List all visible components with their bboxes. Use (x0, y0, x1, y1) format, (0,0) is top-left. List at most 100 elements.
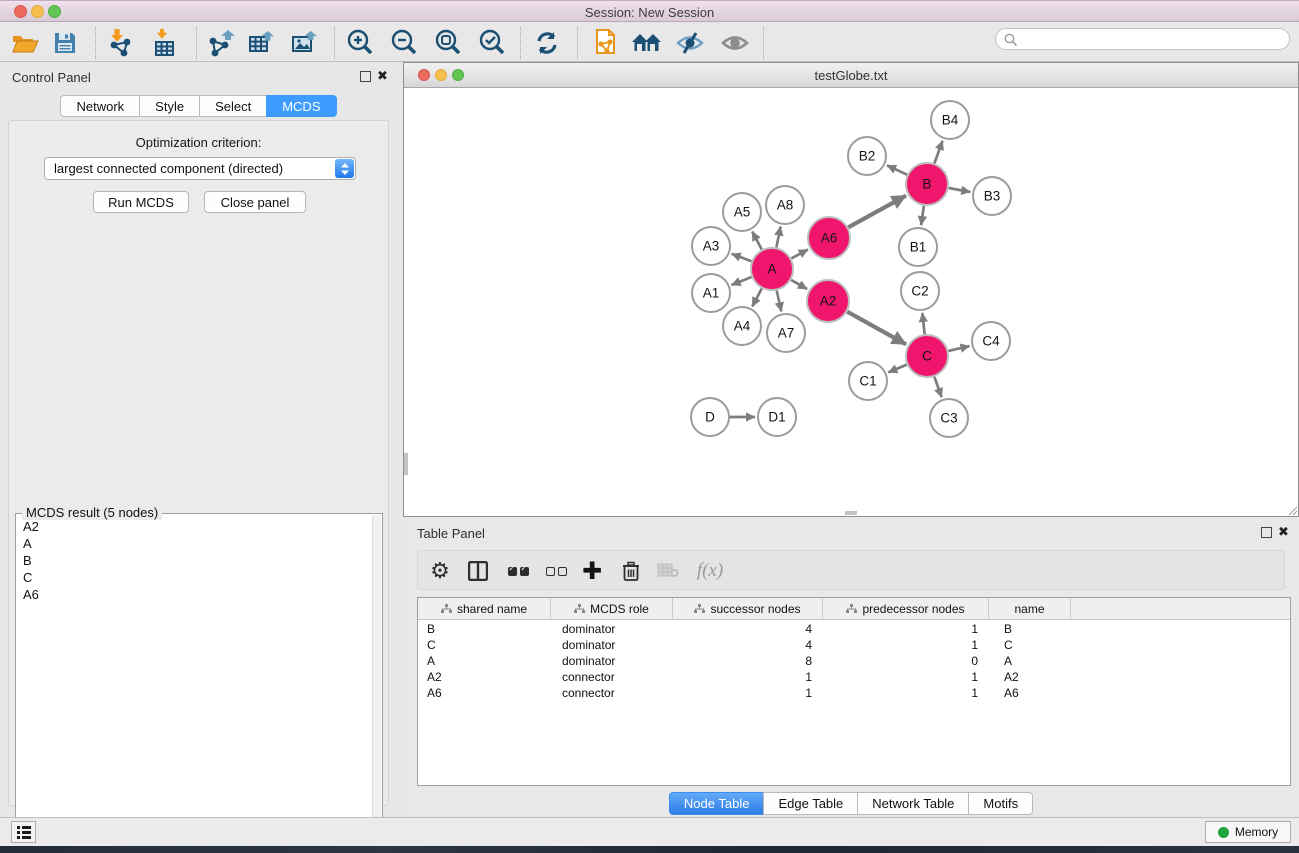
column-header-name[interactable]: name (989, 598, 1071, 620)
cell: dominator (551, 637, 673, 653)
zoom-selected-icon[interactable] (475, 27, 509, 59)
hide-selected-icon[interactable] (673, 27, 707, 59)
graph-edge[interactable] (731, 277, 751, 285)
graph-edge[interactable] (949, 188, 971, 192)
close-panel-icon[interactable]: ✖ (1278, 525, 1289, 540)
attribute-tree-icon (694, 604, 705, 614)
export-image-icon[interactable] (289, 27, 323, 59)
cell: 1 (823, 621, 989, 637)
zoom-in-icon[interactable] (343, 27, 377, 59)
cell: 1 (673, 685, 823, 701)
graph-node-label: A3 (703, 239, 720, 254)
tab-network-table[interactable]: Network Table (857, 792, 968, 815)
tab-node-table[interactable]: Node Table (669, 792, 764, 815)
float-panel-icon[interactable] (360, 71, 371, 82)
tab-mcds[interactable]: MCDS (266, 95, 336, 117)
table-row[interactable]: A6connector11A6 (418, 685, 1290, 701)
graph-edge[interactable] (791, 249, 808, 258)
title-bar: Session: New Session (0, 0, 1299, 22)
graph-edge[interactable] (777, 290, 782, 311)
graph-edge[interactable] (934, 377, 941, 398)
graph-node-label: C2 (911, 284, 928, 299)
refresh-layout-icon[interactable] (530, 27, 564, 59)
list-item[interactable]: C (17, 569, 373, 586)
tab-select[interactable]: Select (199, 95, 266, 117)
list-item[interactable]: A2 (17, 518, 373, 535)
home-icon[interactable] (629, 27, 663, 59)
export-network-icon[interactable] (203, 27, 237, 59)
close-panel-button[interactable]: Close panel (204, 191, 306, 213)
memory-button[interactable]: Memory (1205, 821, 1291, 843)
graph-edge[interactable] (752, 288, 762, 306)
select-all-checkboxes-icon[interactable] (502, 555, 534, 587)
graph-edge[interactable] (847, 312, 906, 345)
settings-gear-icon[interactable]: ⚙ (424, 555, 456, 587)
resize-grip[interactable] (1286, 504, 1298, 516)
save-session-icon[interactable] (48, 27, 82, 59)
scrollbar[interactable] (404, 453, 408, 475)
export-table-icon[interactable] (246, 27, 280, 59)
graph-edge[interactable] (934, 141, 942, 164)
zoom-fit-icon[interactable] (431, 27, 465, 59)
graph-edge[interactable] (791, 280, 807, 289)
table-panel: Table Panel ✖ ⚙ ✚ f(x) share (403, 520, 1299, 815)
add-column-icon[interactable]: ✚ (576, 555, 608, 587)
graph-node-label: D (705, 410, 715, 425)
graph-edge[interactable] (752, 231, 762, 249)
optimization-criterion-dropdown[interactable]: largest connected component (directed) (44, 157, 356, 180)
tab-network[interactable]: Network (60, 95, 139, 117)
list-item[interactable]: A (17, 535, 373, 552)
zoom-out-icon[interactable] (387, 27, 421, 59)
column-header-predecessor-nodes[interactable]: predecessor nodes (823, 598, 989, 620)
mcds-result-list[interactable]: A2 A B C A6 (17, 518, 373, 603)
tab-motifs[interactable]: Motifs (968, 792, 1033, 815)
show-columns-icon[interactable] (462, 555, 494, 587)
mcds-tab-content: Optimization criterion: largest connecte… (8, 120, 389, 806)
graph-node-label: A2 (820, 294, 837, 309)
table-row[interactable]: Bdominator41B (418, 621, 1290, 637)
deselect-all-checkboxes-icon[interactable] (540, 555, 572, 587)
table-tabs: Node Table Edge Table Network Table Moti… (403, 792, 1299, 815)
scrollbar[interactable] (372, 515, 381, 845)
table-row[interactable]: A2connector11A2 (418, 669, 1290, 685)
cell: 0 (823, 653, 989, 669)
column-header-shared-name[interactable]: shared name (418, 598, 551, 620)
import-network-icon[interactable] (104, 27, 138, 59)
float-panel-icon[interactable] (1261, 527, 1272, 538)
graph-edge[interactable] (922, 313, 924, 334)
graph-edge[interactable] (887, 165, 907, 174)
graph-edge[interactable] (776, 227, 780, 248)
attribute-tree-icon (846, 604, 857, 614)
delete-column-icon[interactable] (615, 555, 647, 587)
open-session-icon[interactable] (8, 27, 42, 59)
scrollbar[interactable] (845, 511, 857, 515)
show-all-icon[interactable] (718, 27, 752, 59)
graph-edge[interactable] (921, 206, 924, 225)
table-row[interactable]: Cdominator41C (418, 637, 1290, 653)
cell: 1 (823, 669, 989, 685)
tab-style[interactable]: Style (139, 95, 199, 117)
delete-table-icon (652, 555, 684, 587)
graph-edge[interactable] (732, 254, 752, 261)
column-header-mcds-role[interactable]: MCDS role (551, 598, 673, 620)
graph-edge[interactable] (888, 365, 906, 373)
close-panel-icon[interactable]: ✖ (377, 69, 388, 84)
memory-status-icon (1218, 827, 1229, 838)
graph-edge[interactable] (848, 196, 906, 228)
column-header-successor-nodes[interactable]: successor nodes (673, 598, 823, 620)
network-canvas[interactable]: AA1A2A3A4A5A6A7A8BB1B2B3B4CC1C2C3C4DD1 (404, 88, 1298, 516)
network-graph[interactable]: AA1A2A3A4A5A6A7A8BB1B2B3B4CC1C2C3C4DD1 (404, 88, 1298, 516)
import-table-icon[interactable] (148, 27, 182, 59)
cell: A2 (418, 669, 551, 685)
graph-edge[interactable] (948, 346, 969, 351)
run-mcds-button[interactable]: Run MCDS (93, 191, 189, 213)
list-item[interactable]: A6 (17, 586, 373, 603)
task-history-button[interactable] (11, 821, 36, 843)
network-view-window: testGlobe.txt AA1A2A3A4A5A6A7A8BB1B2B3B4… (403, 62, 1299, 517)
network-from-document-icon[interactable] (588, 27, 622, 59)
search-input[interactable] (1022, 30, 1282, 48)
graph-node-label: B1 (910, 240, 927, 255)
table-row[interactable]: Adominator80A (418, 653, 1290, 669)
tab-edge-table[interactable]: Edge Table (763, 792, 857, 815)
list-item[interactable]: B (17, 552, 373, 569)
